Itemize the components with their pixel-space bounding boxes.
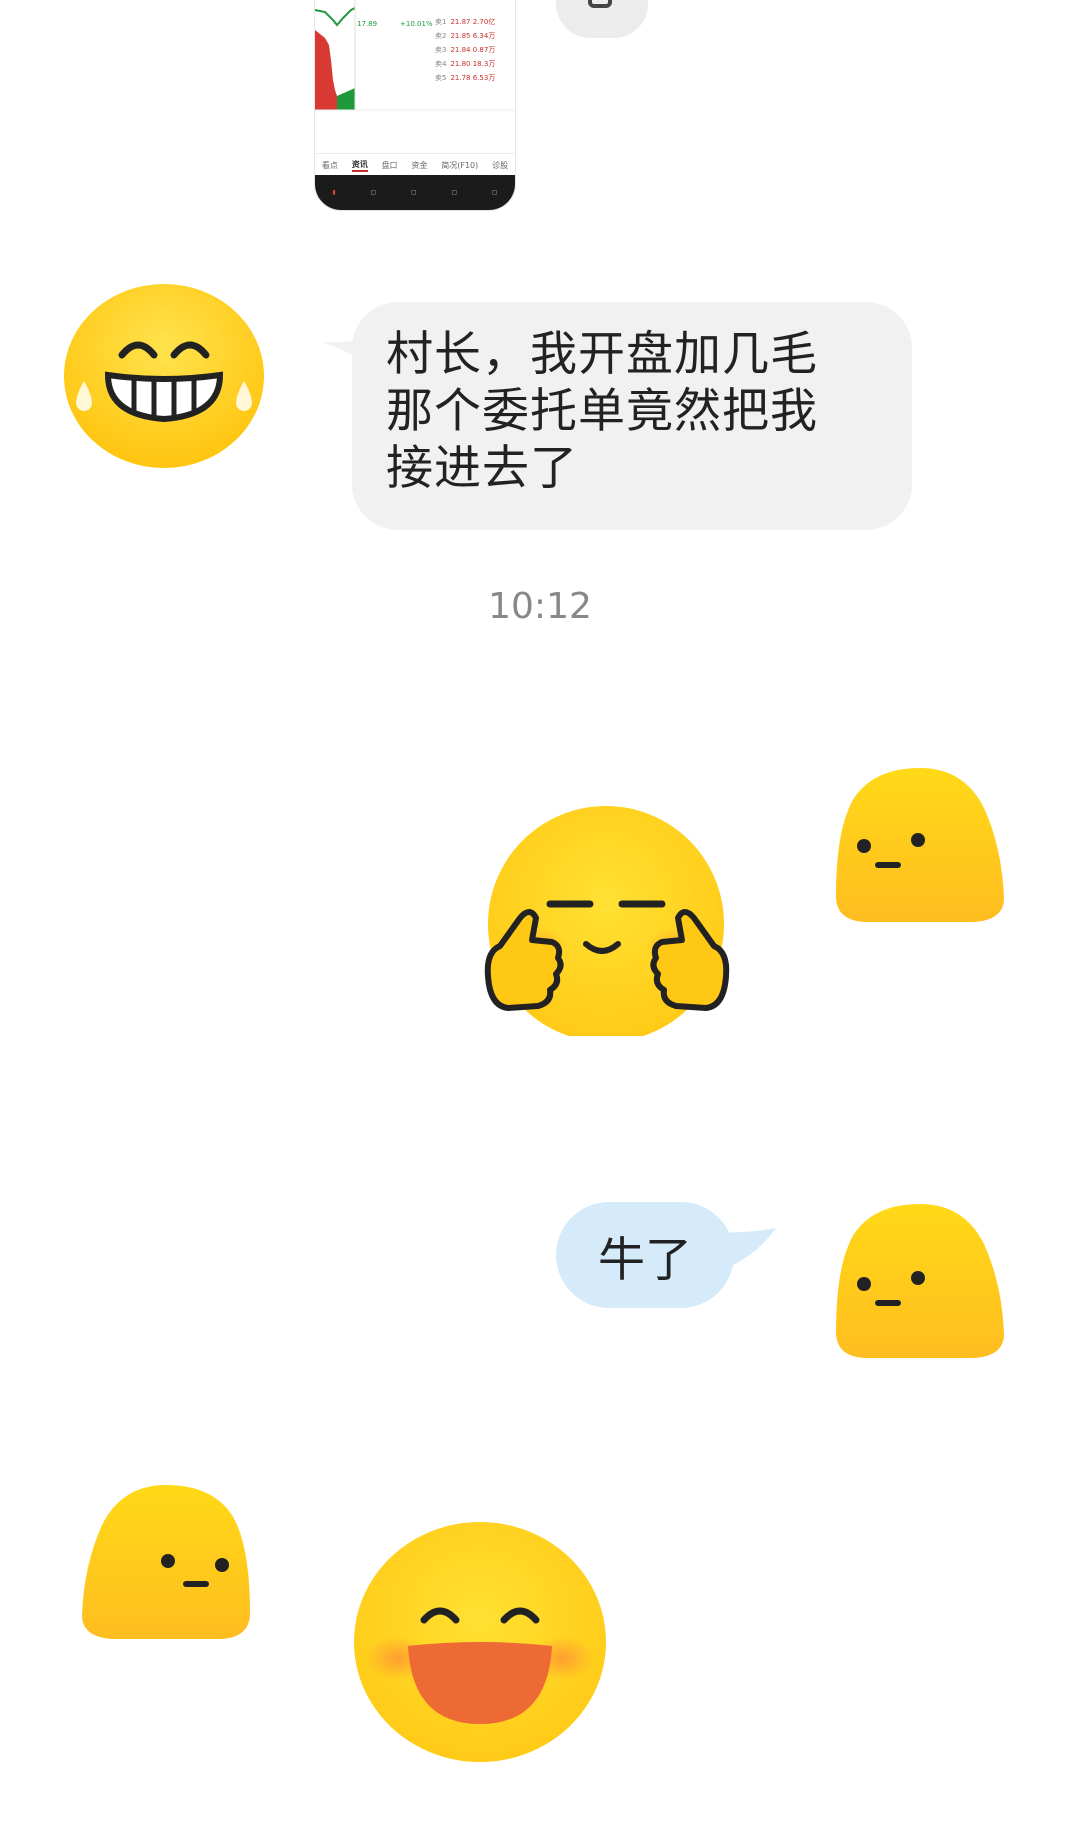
incoming-message-bubble[interactable]: 村长，我开盘加几毛 那个委托单竟然把我 接进去了	[322, 302, 912, 530]
bottom-icon: ▢	[410, 189, 417, 196]
outgoing-message-bubble[interactable]: 牛了	[556, 1202, 776, 1308]
laughing-sticker[interactable]	[352, 1518, 608, 1774]
order-row: 卖1 21.87 2.70亿	[435, 18, 496, 26]
stock-bottom-bar: ▮ ▢ ▢ ▢ ▢	[315, 175, 515, 210]
red-indicator: ▮	[332, 189, 336, 196]
bubble-tail	[322, 338, 372, 368]
bottom-icon: ▢	[370, 189, 377, 196]
change-label: +10.01%	[400, 20, 433, 28]
bottom-icon: ▢	[491, 189, 498, 196]
message-timestamp: 10:12	[488, 586, 592, 627]
tab-item-active: 资讯	[351, 159, 368, 172]
message-text: 村长，我开盘加几毛 那个委托单竟然把我 接进去了	[386, 326, 856, 497]
order-row: 卖4 21.80 18.3万	[435, 60, 496, 68]
avatar-self[interactable]	[834, 768, 1006, 926]
bottom-icon: ▢	[451, 189, 458, 196]
tab-item: 简况(F10)	[441, 160, 479, 170]
image-action-button[interactable]	[556, 0, 648, 38]
shared-image-thumbnail[interactable]: 卖1 21.87 2.70亿 卖2 21.85 6.34万 卖3 21.84 0.87…	[315, 0, 515, 210]
price-label: 17.89	[357, 20, 378, 28]
tab-item: 看点	[321, 160, 338, 170]
avatar-self[interactable]	[834, 1204, 1006, 1362]
avatar-laughing-tears[interactable]	[62, 283, 266, 469]
order-book: 卖1 21.87 2.70亿 卖2 21.85 6.34万 卖3 21.84 0.87…	[435, 15, 515, 85]
save-icon	[588, 0, 612, 8]
message-line: 村长，我开盘加几毛	[386, 327, 818, 382]
message-text: 牛了	[598, 1232, 692, 1288]
order-row: 卖5 21.78 6.53万	[435, 74, 496, 82]
message-line: 接进去了	[386, 441, 578, 496]
thumbs-up-sticker[interactable]	[478, 806, 736, 1042]
tab-item: 资金	[411, 160, 428, 170]
tab-item: 盘口	[381, 160, 398, 170]
tab-item: 诊股	[492, 160, 509, 170]
order-row: 卖3 21.84 0.87万	[435, 46, 496, 54]
stock-tabs: 看点 资讯 盘口 资金 简况(F10) 诊股	[315, 153, 515, 176]
order-row: 卖2 21.85 6.34万	[435, 32, 496, 40]
avatar-contact[interactable]	[80, 1485, 252, 1643]
message-line: 那个委托单竟然把我	[386, 384, 818, 439]
